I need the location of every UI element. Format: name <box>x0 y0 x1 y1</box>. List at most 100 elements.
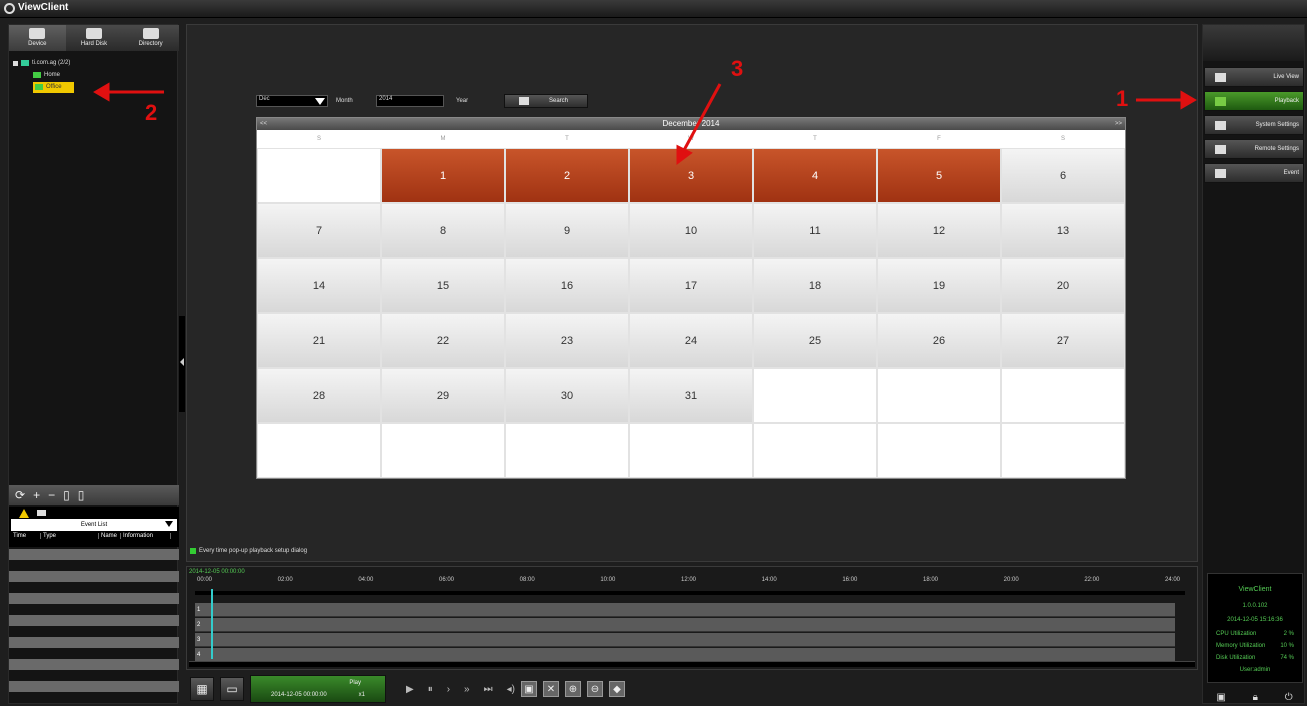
lock-icon[interactable]: 🔒︎ <box>1253 692 1258 703</box>
calendar-button[interactable]: ▦ <box>190 677 214 701</box>
list-item[interactable] <box>9 615 179 626</box>
calendar-day[interactable]: 20 <box>1001 258 1125 313</box>
calendar-day[interactable]: 2 <box>505 148 629 203</box>
calendar-day[interactable]: 4 <box>753 148 877 203</box>
calendar-day[interactable]: 12 <box>877 203 1001 258</box>
play-status[interactable]: Play 2014-12-05 00:00:00 x1 <box>250 675 386 703</box>
list-item[interactable] <box>9 637 179 648</box>
calendar-day[interactable]: 25 <box>753 313 877 368</box>
next-frame-icon[interactable]: ⏭ <box>484 684 493 695</box>
calendar-day[interactable]: 23 <box>505 313 629 368</box>
column-header[interactable]: Type <box>41 533 99 539</box>
panel-splitter[interactable] <box>179 316 185 412</box>
channel-track-1[interactable]: 1 <box>195 603 1175 617</box>
volume-icon[interactable]: ◂) <box>507 684 515 695</box>
add-icon[interactable]: + <box>33 488 40 502</box>
power-icon[interactable]: ⏻ <box>1285 692 1293 703</box>
calendar-day[interactable]: 24 <box>629 313 753 368</box>
calendar-day[interactable]: 7 <box>257 203 381 258</box>
channel-track-3[interactable]: 3 <box>195 633 1175 647</box>
calendar-day[interactable]: 31 <box>629 368 753 423</box>
zoom-in-button[interactable]: ⊕ <box>564 681 581 697</box>
play-label: Play <box>349 680 361 686</box>
timeline-bar[interactable] <box>195 591 1185 595</box>
tab-device[interactable]: Device <box>9 25 66 51</box>
calendar-day[interactable]: 19 <box>877 258 1001 313</box>
column-header[interactable]: Name <box>99 533 121 539</box>
tree-item-office[interactable]: Office <box>13 81 74 93</box>
layout-button[interactable]: ▭ <box>220 677 244 701</box>
settings-button[interactable]: ◆ <box>608 681 625 697</box>
list-item[interactable] <box>9 681 179 692</box>
timeline-cursor[interactable] <box>211 589 213 659</box>
calendar-day[interactable]: 5 <box>877 148 1001 203</box>
timeline[interactable]: 2014-12-05 00:00:00 00:00 02:00 04:00 06:00… <box>186 566 1198 670</box>
window-icon[interactable]: ▣ <box>1216 692 1225 703</box>
calendar-day[interactable]: 3 <box>629 148 753 203</box>
channel-track-2[interactable]: 2 <box>195 618 1175 632</box>
pause-icon[interactable]: ⏸ <box>428 684 433 695</box>
snapshot-button[interactable]: ▣ <box>520 681 537 697</box>
calendar-day[interactable]: 10 <box>629 203 753 258</box>
column-header[interactable]: Time <box>11 533 41 539</box>
remove-icon[interactable]: − <box>48 488 55 502</box>
month-select[interactable]: Dec <box>256 95 328 107</box>
refresh-icon[interactable]: ⟳ <box>15 488 25 502</box>
event-list-dropdown[interactable]: Event List <box>11 519 177 531</box>
export-icon[interactable]: ▯ <box>78 488 85 502</box>
calendar-day[interactable]: 13 <box>1001 203 1125 258</box>
calendar-day[interactable]: 14 <box>257 258 381 313</box>
calendar-day[interactable]: 22 <box>381 313 505 368</box>
calendar-day[interactable]: 1 <box>381 148 505 203</box>
channel-track-4[interactable]: 4 <box>195 648 1175 662</box>
popup-option[interactable]: Every time pop-up playback setup dialog <box>190 548 307 554</box>
calendar-day[interactable]: 26 <box>877 313 1001 368</box>
calendar-day[interactable]: 21 <box>257 313 381 368</box>
tree-root-label: ti.com.ag (2/2) <box>32 60 71 66</box>
list-item[interactable] <box>9 659 179 670</box>
calendar-day[interactable]: 16 <box>505 258 629 313</box>
search-button[interactable]: Search <box>504 94 588 108</box>
event-box-icon[interactable] <box>37 510 46 516</box>
checkbox[interactable] <box>190 548 196 554</box>
fast-forward-icon[interactable]: » <box>464 684 470 695</box>
weekday-label: F <box>937 136 941 142</box>
remote-settings-button[interactable]: Remote Settings <box>1204 139 1304 159</box>
calendar-day[interactable]: 28 <box>257 368 381 423</box>
list-item[interactable] <box>9 571 179 582</box>
list-item[interactable] <box>9 549 179 560</box>
year-input[interactable]: 2014 <box>376 95 444 107</box>
calendar-day[interactable]: 27 <box>1001 313 1125 368</box>
tab-directory[interactable]: Directory <box>122 25 179 51</box>
tree-item-home[interactable]: Home <box>13 69 74 81</box>
calendar-day[interactable]: 15 <box>381 258 505 313</box>
collapse-icon[interactable] <box>13 60 18 66</box>
play-icon[interactable]: ▶ <box>406 684 414 695</box>
calendar-day[interactable]: 9 <box>505 203 629 258</box>
list-item[interactable] <box>9 593 179 604</box>
weekday-label: T <box>813 136 817 142</box>
playback-button[interactable]: Playback <box>1204 91 1304 111</box>
next-month-button[interactable]: >> <box>1115 118 1122 130</box>
slow-icon[interactable]: › <box>447 684 450 695</box>
tree-root[interactable]: ti.com.ag (2/2) <box>13 57 74 69</box>
calendar-day[interactable]: 8 <box>381 203 505 258</box>
tab-hard-disk[interactable]: Hard Disk <box>66 25 123 51</box>
event-button[interactable]: Event <box>1204 163 1304 183</box>
column-header[interactable]: Information <box>121 533 171 539</box>
calendar-day[interactable]: 29 <box>381 368 505 423</box>
import-icon[interactable]: ▯ <box>63 488 70 502</box>
warning-icon[interactable] <box>19 508 29 518</box>
live-view-button[interactable]: Live View <box>1204 67 1304 87</box>
system-settings-button[interactable]: System Settings <box>1204 115 1304 135</box>
timeline-scrollbar[interactable] <box>189 661 1195 667</box>
collapse-left-icon[interactable] <box>180 358 184 366</box>
calendar-day[interactable]: 11 <box>753 203 877 258</box>
prev-month-button[interactable]: << <box>260 118 267 130</box>
calendar-day[interactable]: 30 <box>505 368 629 423</box>
clip-button[interactable]: ✕ <box>542 681 559 697</box>
calendar-day[interactable]: 17 <box>629 258 753 313</box>
calendar-day[interactable]: 18 <box>753 258 877 313</box>
calendar-day[interactable]: 6 <box>1001 148 1125 203</box>
zoom-out-button[interactable]: ⊖ <box>586 681 603 697</box>
